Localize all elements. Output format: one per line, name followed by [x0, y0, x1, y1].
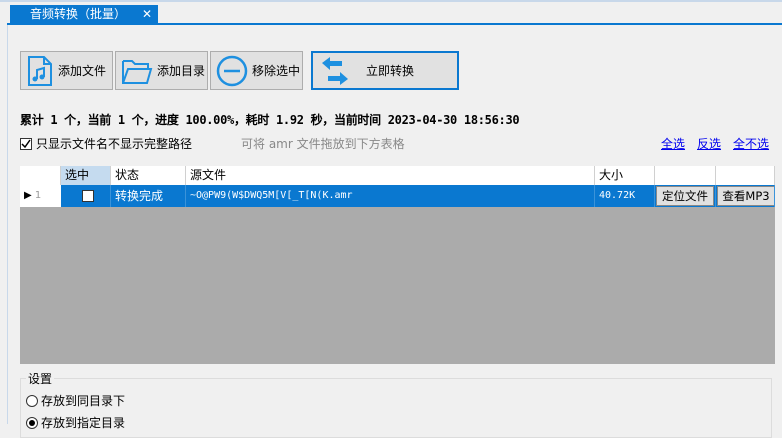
locate-file-button[interactable]: 定位文件 [656, 186, 714, 206]
same-dir-radio[interactable]: 存放到同目录下 [26, 392, 125, 409]
panel-border [7, 25, 8, 424]
view-mp3-button[interactable]: 查看MP3 [717, 186, 774, 206]
tab-title: 音频转换（批量） [30, 7, 127, 21]
music-file-icon [28, 55, 52, 86]
row-file: ~O@PW9(W$DWQ5M[V[_T[N(K.amr [186, 185, 595, 207]
col-locate [655, 166, 716, 185]
folder-icon [122, 59, 153, 84]
col-selected[interactable]: 选中 [61, 166, 111, 185]
settings-group [20, 378, 772, 438]
minus-circle-icon [216, 55, 248, 86]
col-status[interactable]: 状态 [111, 166, 186, 185]
select-none-link[interactable]: 全不选 [733, 135, 769, 152]
add-directory-label: 添加目录 [157, 64, 206, 78]
row-header-corner [20, 166, 61, 185]
convert-now-label: 立即转换 [366, 64, 415, 78]
col-view [716, 166, 775, 185]
convert-now-button[interactable]: 立即转换 [311, 51, 459, 90]
custom-dir-radio[interactable]: 存放到指定目录 [26, 414, 125, 431]
current-row-icon: ▶ [24, 190, 32, 201]
remove-selected-button[interactable]: 移除选中 [210, 51, 303, 90]
settings-label: 设置 [26, 370, 55, 387]
col-source-file[interactable]: 源文件 [186, 166, 595, 185]
row-status: 转换完成 [111, 185, 186, 207]
row-header: ▶ 1 [20, 185, 61, 207]
row-size: 40.72K [595, 185, 655, 207]
select-all-link[interactable]: 全选 [661, 135, 685, 152]
progress-status: 累计 1 个，当前 1 个，进度 100.00%，耗时 1.92 秒，当前时间 … [20, 113, 520, 127]
table-row[interactable]: ▶ 1 转换完成 ~O@PW9(W$DWQ5M[V[_T[N(K.amr 40.… [20, 185, 775, 207]
top-border [0, 0, 782, 2]
col-size[interactable]: 大小 [595, 166, 655, 185]
tab-underline [7, 23, 782, 25]
remove-selected-label: 移除选中 [252, 64, 301, 78]
file-grid[interactable]: 选中 状态 源文件 大小 ▶ 1 转换完成 ~O@PW9(W$DWQ5M[V[_… [20, 166, 775, 364]
invert-selection-link[interactable]: 反选 [697, 135, 721, 152]
close-icon[interactable]: ✕ [142, 5, 152, 24]
add-file-button[interactable]: 添加文件 [20, 51, 113, 90]
grid-header: 选中 状态 源文件 大小 [20, 166, 775, 185]
row-select-checkbox[interactable] [61, 185, 111, 207]
convert-arrows-icon [322, 56, 348, 85]
filename-only-checkbox[interactable]: 只显示文件名不显示完整路径 [20, 135, 192, 152]
add-directory-button[interactable]: 添加目录 [115, 51, 208, 90]
drag-hint: 可将 amr 文件拖放到下方表格 [241, 137, 405, 151]
tab-audio-convert[interactable]: 音频转换（批量） ✕ [10, 5, 158, 24]
checkbox-checked-icon [20, 137, 32, 150]
add-file-label: 添加文件 [58, 64, 107, 78]
filename-only-label: 只显示文件名不显示完整路径 [36, 137, 193, 151]
